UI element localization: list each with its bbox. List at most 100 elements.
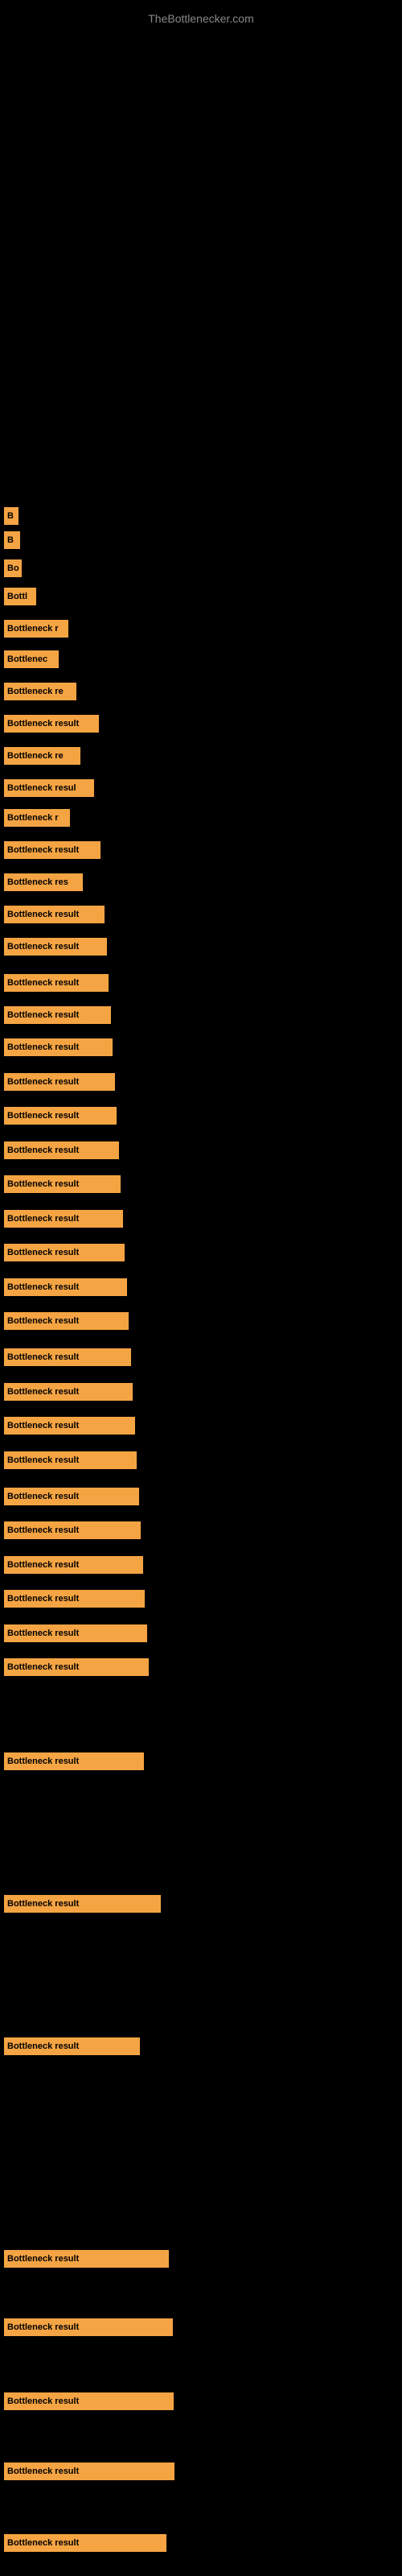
bar-row: Bottleneck result [4,2318,173,2336]
bottleneck-bar: Bottleneck result [4,1488,139,1505]
bar-label: Bottleneck result [7,1387,79,1397]
bottleneck-bar: Bottleneck result [4,1278,127,1296]
bar-label: Bottleneck result [7,1525,79,1535]
bar-row: Bottleneck result [4,2392,174,2410]
bottleneck-bar: Bottleneck result [4,2462,174,2480]
bar-row: Bottleneck result [4,2250,169,2268]
bottleneck-bar: Bottleneck result [4,1038,113,1056]
bottleneck-bar: B [4,531,20,549]
bar-row: Bottleneck re [4,747,80,765]
bottleneck-bar: Bottleneck re [4,683,76,700]
bar-row: Bottleneck result [4,1244,125,1261]
bar-row: Bottleneck result [4,974,109,992]
bottleneck-bar: Bottleneck result [4,1107,117,1125]
bar-label: Bottleneck result [7,1757,79,1766]
bar-label: Bottleneck result [7,910,79,919]
bottleneck-bar: Bottleneck result [4,1556,143,1574]
bar-label: Bottleneck result [7,1146,79,1155]
bar-label: Bottleneck result [7,2041,79,2051]
bar-row: Bottleneck result [4,1590,145,1608]
bar-label: Bottleneck result [7,2538,79,2548]
bottleneck-bar: Bottleneck res [4,873,83,891]
bar-row: B [4,507,18,525]
bottleneck-bar: Bottleneck result [4,1141,119,1159]
bar-row: Bo [4,559,22,577]
bar-label: Bottleneck result [7,2396,79,2406]
bar-row: Bottleneck resul [4,779,94,797]
bar-row: Bottleneck result [4,1175,121,1193]
bar-row: Bottleneck result [4,1451,137,1469]
bar-row: Bottleneck result [4,1556,143,1574]
bar-row: Bottleneck result [4,1488,139,1505]
bottleneck-bar: Bottleneck re [4,747,80,765]
bar-label: B [7,511,14,521]
bar-row: Bottleneck res [4,873,83,891]
bar-label: Bottleneck result [7,1421,79,1430]
bar-row: Bottleneck result [4,715,99,733]
bar-label: Bottleneck r [7,624,59,634]
bar-row: Bottleneck result [4,1278,127,1296]
bottleneck-bar: Bottleneck r [4,620,68,638]
bottleneck-bar: Bottleneck result [4,2534,166,2552]
bar-label: Bottleneck resul [7,783,76,793]
bar-row: Bottleneck result [4,2534,166,2552]
bottleneck-bar: Bottleneck result [4,1348,131,1366]
bar-label: Bottleneck result [7,1560,79,1570]
bar-label: Bottleneck result [7,1316,79,1326]
bar-label: Bottlenec [7,654,47,664]
bar-label: Bottleneck result [7,942,79,952]
bottleneck-bar: Bo [4,559,22,577]
bar-row: Bottleneck result [4,1895,161,1913]
bottleneck-bar: Bottleneck result [4,1073,115,1091]
bottleneck-bar: Bottleneck result [4,1312,129,1330]
bar-label: Bottleneck result [7,1077,79,1087]
bar-row: Bottleneck result [4,1752,144,1770]
bar-row: Bottleneck result [4,1417,135,1435]
bar-row: Bottleneck re [4,683,76,700]
bar-row: Bottleneck result [4,906,105,923]
bar-label: Bottleneck result [7,1662,79,1672]
bar-label: Bottleneck result [7,1248,79,1257]
bottleneck-bar: Bottleneck result [4,1521,141,1539]
bottleneck-bar: Bottleneck result [4,1624,147,1642]
bar-row: Bottleneck result [4,2037,140,2055]
bar-row: Bottleneck result [4,1658,149,1676]
bottleneck-bar: Bottleneck result [4,1417,135,1435]
bottleneck-bar: B [4,507,18,525]
bottleneck-bar: Bottleneck result [4,1006,111,1024]
bar-row: Bottl [4,588,36,605]
bottleneck-bar: Bottleneck result [4,841,100,859]
bottleneck-bar: Bottleneck result [4,1895,161,1913]
bar-label: Bottleneck re [7,751,64,761]
bar-row: Bottleneck result [4,2462,174,2480]
bar-row: Bottleneck result [4,1073,115,1091]
bar-label: Bottleneck result [7,1179,79,1189]
bar-row: Bottleneck result [4,1624,147,1642]
bar-label: Bottleneck r [7,813,59,823]
bar-row: Bottleneck result [4,938,107,956]
bottleneck-bar: Bottleneck result [4,1658,149,1676]
bar-label: Bottleneck result [7,1899,79,1909]
bar-row: Bottleneck r [4,809,70,827]
bar-row: Bottleneck result [4,1383,133,1401]
bar-row: Bottleneck r [4,620,68,638]
bar-label: Bottleneck res [7,877,68,887]
bottleneck-bar: Bottleneck result [4,906,105,923]
bar-label: Bottleneck result [7,2254,79,2264]
bar-label: Bottleneck result [7,1214,79,1224]
bar-label: Bottleneck re [7,687,64,696]
bar-label: Bottleneck result [7,1629,79,1638]
bar-label: B [7,535,14,545]
bottleneck-bar: Bottleneck result [4,1383,133,1401]
site-title: TheBottlenecker.com [148,4,254,29]
bar-label: Bottleneck result [7,2322,79,2332]
bar-row: Bottleneck result [4,1348,131,1366]
bottleneck-bar: Bottleneck r [4,809,70,827]
bar-label: Bottl [7,592,27,601]
bottleneck-bar: Bottleneck result [4,2250,169,2268]
bottleneck-bar: Bottleneck result [4,2037,140,2055]
bar-label: Bottleneck result [7,1455,79,1465]
bar-row: Bottleneck result [4,1038,113,1056]
bar-row: B [4,531,20,549]
bar-label: Bottleneck result [7,719,79,729]
